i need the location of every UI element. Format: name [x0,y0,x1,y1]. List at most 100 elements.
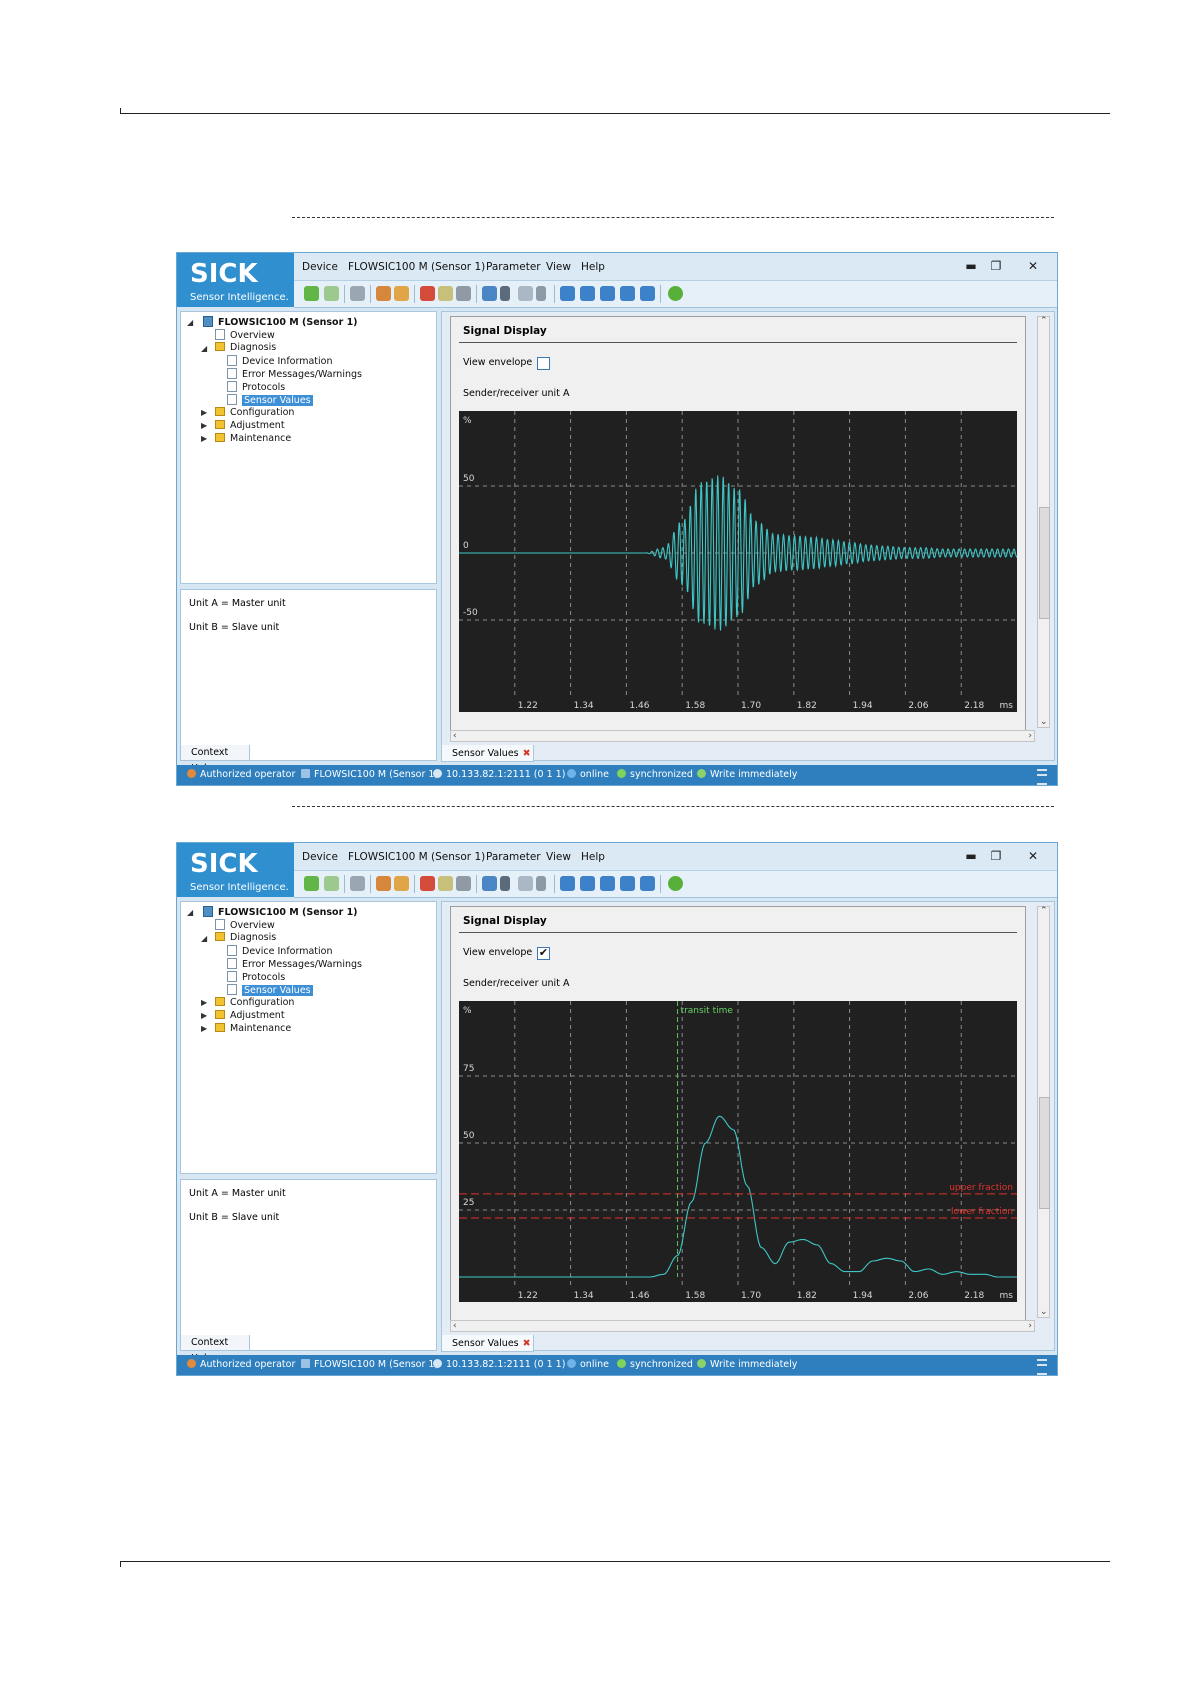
disconnect-icon[interactable] [518,876,533,891]
menu-view[interactable]: View [546,851,571,863]
help-icon[interactable] [668,286,683,301]
layout-split-icon[interactable] [620,286,635,301]
tree-item-overview[interactable]: Overview [215,919,275,931]
layout-single-icon[interactable] [560,876,575,891]
menu-device-name[interactable]: FLOWSIC100 M (Sensor 1) [348,261,485,273]
menu-help[interactable]: Help [581,851,605,863]
close-tab-icon[interactable]: ✖ [523,1338,531,1349]
vertical-scroll-thumb[interactable] [1039,1097,1050,1209]
disconnect-icon[interactable] [518,286,533,301]
back-arrow-icon[interactable] [304,876,319,891]
eraser-icon[interactable] [456,286,471,301]
vertical-scrollbar[interactable]: ⌃ ⌄ [1037,906,1050,1318]
tree-item-overview[interactable]: Overview [215,329,275,341]
forward-arrow-icon[interactable] [324,876,339,891]
menu-parameter[interactable]: Parameter [486,261,541,273]
layout-vertical-icon[interactable] [600,286,615,301]
expand-arrow-icon[interactable]: ▶ [201,421,207,430]
disconnect-dropdown-icon[interactable] [536,286,546,301]
menu-grip-icon[interactable] [1037,1359,1047,1375]
menu-help[interactable]: Help [581,261,605,273]
tree-item-sensor-values[interactable]: Sensor Values [227,984,313,996]
print-icon[interactable] [350,286,365,301]
tree-item-error-messages[interactable]: Error Messages/Warnings [227,958,362,970]
menu-device[interactable]: Device [302,851,338,863]
tree-root[interactable]: FLOWSIC100 M (Sensor 1) [203,316,358,328]
layout-split-icon[interactable] [620,876,635,891]
layout-quad-icon[interactable] [640,876,655,891]
menu-parameter[interactable]: Parameter [486,851,541,863]
collapse-arrow-icon[interactable]: ◢ [187,908,193,917]
layout-quad-icon[interactable] [640,286,655,301]
report-icon[interactable] [438,876,453,891]
user-logout-icon[interactable] [394,286,409,301]
collapse-arrow-icon[interactable]: ◢ [201,344,207,353]
tree-item-diagnosis[interactable]: Diagnosis [215,342,276,353]
tree-item-protocols[interactable]: Protocols [227,971,285,983]
menu-device-name[interactable]: FLOWSIC100 M (Sensor 1) [348,851,485,863]
expand-arrow-icon[interactable]: ▶ [201,1024,207,1033]
pdf-icon[interactable] [420,286,435,301]
user-logout-icon[interactable] [394,876,409,891]
report-icon[interactable] [438,286,453,301]
scroll-down-icon[interactable]: ⌄ [1040,1307,1048,1317]
tree-item-adjustment[interactable]: Adjustment [215,1010,285,1021]
connect-dropdown-icon[interactable] [500,876,510,891]
scroll-up-icon[interactable]: ⌃ [1040,906,1048,916]
scroll-right-icon[interactable]: › [1028,731,1032,741]
tree-item-sensor-values[interactable]: Sensor Values [227,394,313,406]
maximize-button[interactable]: ❐ [982,257,1010,276]
print-icon[interactable] [350,876,365,891]
menu-view[interactable]: View [546,261,571,273]
eraser-icon[interactable] [456,876,471,891]
minimize-button[interactable]: ▬ [957,257,985,276]
vertical-scroll-thumb[interactable] [1039,507,1050,619]
tree-item-adjustment[interactable]: Adjustment [215,420,285,431]
menu-grip-icon[interactable] [1037,769,1047,785]
layout-horizontal-icon[interactable] [580,286,595,301]
tree-item-maintenance[interactable]: Maintenance [215,1023,291,1034]
disconnect-dropdown-icon[interactable] [536,876,546,891]
expand-arrow-icon[interactable]: ▶ [201,434,207,443]
horizontal-scrollbar[interactable]: ‹ › [450,730,1035,742]
tree-item-protocols[interactable]: Protocols [227,381,285,393]
tree-root[interactable]: FLOWSIC100 M (Sensor 1) [203,906,358,918]
maximize-button[interactable]: ❐ [982,847,1010,866]
tab-context-help[interactable]: Context Help [180,1335,250,1364]
collapse-arrow-icon[interactable]: ◢ [201,934,207,943]
menu-device[interactable]: Device [302,261,338,273]
tab-context-help[interactable]: Context Help [180,745,250,774]
tree-item-configuration[interactable]: Configuration [215,997,294,1008]
tree-item-device-information[interactable]: Device Information [227,945,333,957]
view-envelope-checkbox[interactable]: ✔ [537,947,550,960]
connect-dropdown-icon[interactable] [500,286,510,301]
scroll-left-icon[interactable]: ‹ [453,1321,457,1331]
scroll-up-icon[interactable]: ⌃ [1040,316,1048,326]
close-tab-icon[interactable]: ✖ [523,748,531,759]
close-button[interactable]: ✕ [1011,257,1055,276]
connect-icon[interactable] [482,286,497,301]
user-login-icon[interactable] [376,286,391,301]
vertical-scrollbar[interactable]: ⌃ ⌄ [1037,316,1050,728]
connect-icon[interactable] [482,876,497,891]
layout-horizontal-icon[interactable] [580,876,595,891]
minimize-button[interactable]: ▬ [957,847,985,866]
layout-single-icon[interactable] [560,286,575,301]
horizontal-scrollbar[interactable]: ‹ › [450,1320,1035,1332]
tree-item-error-messages[interactable]: Error Messages/Warnings [227,368,362,380]
tree-item-configuration[interactable]: Configuration [215,407,294,418]
forward-arrow-icon[interactable] [324,286,339,301]
scroll-right-icon[interactable]: › [1028,1321,1032,1331]
close-button[interactable]: ✕ [1011,847,1055,866]
help-icon[interactable] [668,876,683,891]
tab-sensor-values[interactable]: Sensor Values ✖ [441,1335,534,1352]
tree-item-diagnosis[interactable]: Diagnosis [215,932,276,943]
tree-item-device-information[interactable]: Device Information [227,355,333,367]
tab-sensor-values[interactable]: Sensor Values ✖ [441,745,534,762]
scroll-left-icon[interactable]: ‹ [453,731,457,741]
expand-arrow-icon[interactable]: ▶ [201,408,207,417]
tree-item-maintenance[interactable]: Maintenance [215,433,291,444]
expand-arrow-icon[interactable]: ▶ [201,1011,207,1020]
scroll-down-icon[interactable]: ⌄ [1040,717,1048,727]
pdf-icon[interactable] [420,876,435,891]
